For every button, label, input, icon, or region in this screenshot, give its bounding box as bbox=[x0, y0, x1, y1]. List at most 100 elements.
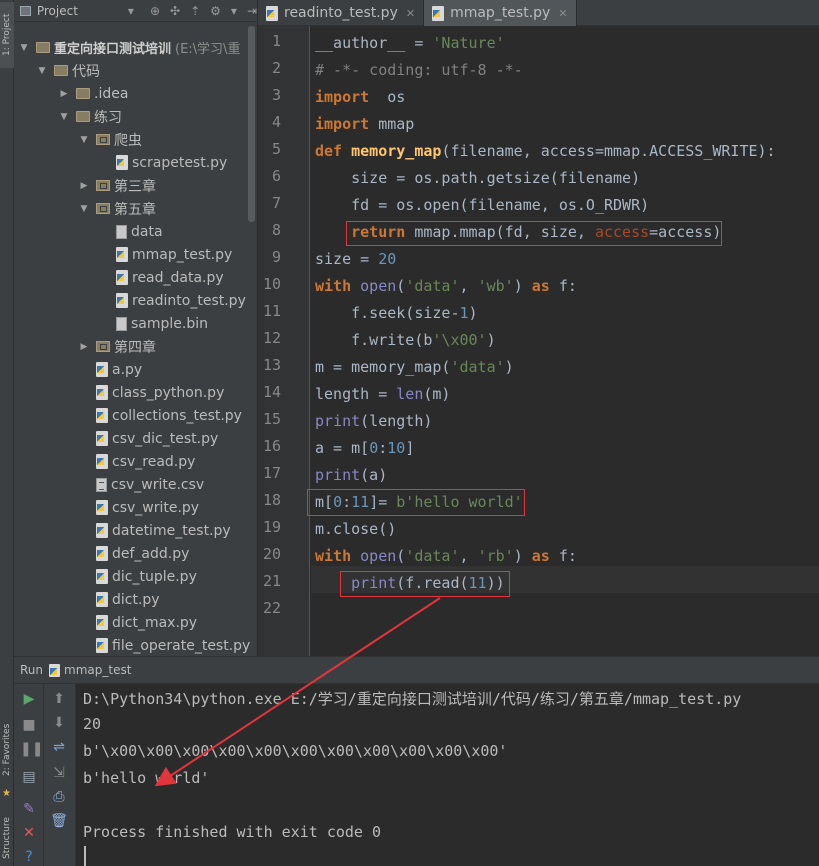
tree-item[interactable]: ▼ 第五章 bbox=[78, 197, 156, 220]
tree-item-label: scrapetest.py bbox=[132, 154, 228, 171]
chevron-down-icon[interactable]: ▾ bbox=[231, 4, 237, 18]
editor-tab[interactable]: mmap_test.py ✕ bbox=[424, 0, 577, 26]
print-icon[interactable]: ⎙ bbox=[50, 788, 68, 806]
run-config-name[interactable]: mmap_test bbox=[64, 663, 131, 677]
tree-item[interactable]: ▶ 第四章 bbox=[78, 335, 156, 358]
gear-icon[interactable]: ⚙ bbox=[210, 4, 221, 18]
tree-item[interactable]: file_operate_test.py bbox=[78, 634, 250, 656]
scroll-end-icon[interactable]: ⇲ bbox=[50, 764, 68, 782]
tree-item[interactable]: ▼ 爬虫 bbox=[78, 128, 142, 151]
pin-icon[interactable]: ✎ bbox=[20, 800, 38, 818]
tree-item[interactable]: sample.bin bbox=[98, 312, 208, 335]
tree-item[interactable]: csv_write.csv bbox=[78, 473, 204, 496]
soft-wrap-icon[interactable]: ⇌ bbox=[50, 738, 68, 756]
structure-tool-tab[interactable]: Structure bbox=[0, 810, 14, 866]
chevron-down-icon[interactable]: ▼ bbox=[58, 112, 70, 122]
file-icon bbox=[116, 316, 127, 331]
help-icon[interactable]: ? bbox=[20, 848, 38, 866]
line-number: 5 bbox=[271, 140, 281, 158]
run-panel-header: Run mmap_test bbox=[14, 656, 819, 684]
python-file-icon bbox=[116, 293, 128, 308]
tree-item[interactable]: scrapetest.py bbox=[98, 151, 227, 174]
hide-panel-icon[interactable]: ⇥ bbox=[247, 4, 257, 18]
scroll-from-source-icon[interactable]: ✣ bbox=[170, 4, 180, 18]
tree-item[interactable]: dic_tuple.py bbox=[78, 565, 197, 588]
code-token: size = os.path.getsize(filename) bbox=[315, 169, 641, 187]
chevron-down-icon[interactable]: ▼ bbox=[78, 204, 90, 214]
tree-item[interactable]: class_python.py bbox=[78, 381, 224, 404]
tree-item[interactable]: csv_read.py bbox=[78, 450, 195, 473]
tree-item-label: def_add.py bbox=[112, 545, 190, 562]
close-icon[interactable]: ✕ bbox=[558, 7, 567, 20]
code-token: memory_map bbox=[351, 142, 442, 160]
pause-icon[interactable]: ❚❚ bbox=[20, 740, 43, 758]
tree-item[interactable]: collections_test.py bbox=[78, 404, 242, 427]
tree-item[interactable]: def_add.py bbox=[78, 542, 189, 565]
sync-icon[interactable]: ⊕ bbox=[150, 4, 160, 18]
rerun-icon[interactable]: ▶ bbox=[20, 690, 38, 708]
collapse-all-icon[interactable]: ⇡ bbox=[190, 4, 200, 18]
tree-item[interactable]: dict_max.py bbox=[78, 611, 197, 634]
tree-item[interactable]: data bbox=[98, 220, 163, 243]
trash-icon[interactable]: 🗑 bbox=[50, 812, 68, 830]
tree-item[interactable]: ▶ .idea bbox=[58, 82, 129, 105]
tree-item[interactable]: dict.py bbox=[78, 588, 160, 611]
tree-item[interactable]: a.py bbox=[78, 358, 142, 381]
code-token: def bbox=[315, 142, 352, 160]
project-view-selector[interactable]: Project bbox=[37, 4, 78, 18]
chevron-right-icon[interactable]: ▶ bbox=[58, 89, 70, 99]
tree-item[interactable]: read_data.py bbox=[98, 266, 224, 289]
down-arrow-icon[interactable]: ⬇ bbox=[50, 714, 68, 732]
console-caret bbox=[84, 846, 86, 866]
tree-item[interactable]: csv_write.py bbox=[78, 496, 199, 519]
package-icon bbox=[96, 180, 110, 191]
favorites-tool-tab[interactable]: 2: Favorites bbox=[0, 712, 14, 788]
code-token: ) bbox=[513, 547, 532, 565]
code-token: '\x00' bbox=[432, 331, 487, 349]
code-token: os bbox=[369, 88, 406, 106]
chevron-right-icon[interactable]: ▶ bbox=[78, 181, 90, 191]
tree-item-label: class_python.py bbox=[112, 384, 225, 401]
line-number: 17 bbox=[262, 464, 281, 482]
tree-item[interactable]: datetime_test.py bbox=[78, 519, 231, 542]
code-token: mmap bbox=[369, 115, 415, 133]
tree-item[interactable]: ▶ 第三章 bbox=[78, 174, 156, 197]
tree-item[interactable]: readinto_test.py bbox=[98, 289, 246, 312]
line-number: 13 bbox=[262, 356, 281, 374]
stop-icon[interactable]: ■ bbox=[20, 716, 38, 734]
editor-tab[interactable]: readinto_test.py ✕ bbox=[258, 0, 425, 26]
line-number: 6 bbox=[271, 167, 281, 185]
chevron-down-icon[interactable]: ▼ bbox=[78, 135, 90, 145]
project-tool-tab[interactable]: 1: Project bbox=[0, 2, 14, 68]
python-file-icon bbox=[96, 615, 108, 630]
tree-item[interactable]: mmap_test.py bbox=[98, 243, 232, 266]
tree-item[interactable]: ▼ 重定向接口测试培训 (E:\学习\重 bbox=[18, 36, 240, 59]
tree-item-label: readinto_test.py bbox=[132, 292, 246, 309]
close-icon[interactable]: ✕ bbox=[406, 7, 415, 20]
code-token: open bbox=[360, 547, 397, 565]
run-console[interactable]: D:\Python34\python.exe E:/学习/重定向接口测试培训/代… bbox=[76, 684, 819, 866]
line-number: 20 bbox=[262, 545, 281, 563]
tree-item-label: collections_test.py bbox=[112, 407, 242, 424]
file-icon bbox=[116, 224, 127, 239]
console-line: Process finished with exit code 0 bbox=[83, 823, 382, 841]
close-icon[interactable]: ✕ bbox=[20, 824, 38, 842]
layout-icon[interactable]: ▤ bbox=[20, 768, 38, 786]
editor-tab-label: mmap_test.py bbox=[450, 5, 551, 21]
tree-item-label: .idea bbox=[94, 85, 129, 102]
code-editor[interactable]: __author__ = 'Nature' # -*- coding: utf-8… bbox=[311, 26, 819, 656]
python-file-icon bbox=[96, 385, 108, 400]
chevron-down-icon[interactable]: ▼ bbox=[36, 66, 48, 76]
chevron-right-icon[interactable]: ▶ bbox=[78, 342, 90, 352]
tree-item[interactable]: ▼ 练习 bbox=[58, 105, 122, 128]
chevron-down-icon[interactable]: ▼ bbox=[18, 43, 30, 53]
code-token: len bbox=[396, 385, 424, 403]
code-token: 20 bbox=[378, 250, 397, 268]
tree-item[interactable]: csv_dic_test.py bbox=[78, 427, 218, 450]
python-file-icon bbox=[96, 592, 108, 607]
code-token: 1 bbox=[459, 304, 469, 322]
up-arrow-icon[interactable]: ⬆ bbox=[50, 690, 68, 708]
tree-item[interactable]: ▼ 代码 bbox=[36, 59, 100, 82]
chevron-down-icon[interactable]: ▾ bbox=[128, 4, 134, 18]
code-token: , bbox=[459, 547, 478, 565]
